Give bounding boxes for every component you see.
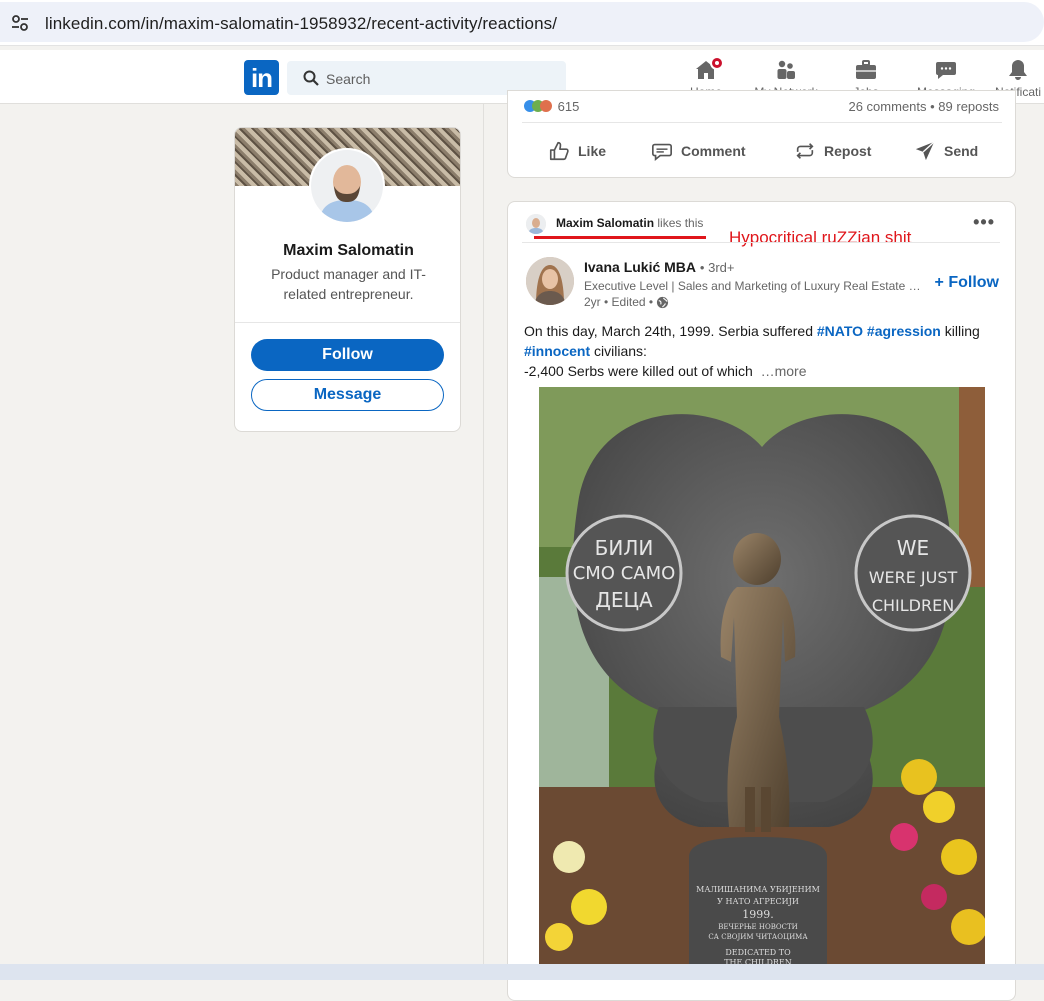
connection-degree: • 3rd+ xyxy=(699,260,735,275)
author-avatar[interactable] xyxy=(526,257,574,305)
profile-headline: Product manager and IT-related entrepren… xyxy=(271,266,426,302)
reactions-count: 615 xyxy=(557,99,580,114)
plaque-line-5: СА СВОЈИМ ЧИТАОЦИМА xyxy=(708,933,808,941)
profile-divider xyxy=(235,322,460,323)
see-more-link[interactable]: …more xyxy=(761,363,807,379)
send-button[interactable]: Send xyxy=(914,137,978,165)
url-box[interactable]: linkedin.com/in/maxim-salomatin-1958932/… xyxy=(0,2,1044,42)
author-line: Ivana Lukić MBA • 3rd+ xyxy=(584,259,734,275)
profile-name[interactable]: Maxim Salomatin xyxy=(235,242,460,260)
liker-name[interactable]: Maxim Salomatin xyxy=(556,216,654,230)
globe-icon xyxy=(657,296,669,308)
post-meta: 2yr • Edited • xyxy=(584,295,669,309)
actions-divider xyxy=(522,122,1002,123)
plaque-line-6: DEDICATED TO xyxy=(725,948,791,957)
post-text-part: -2,400 Serbs were killed out of which xyxy=(524,363,753,379)
liker-suffix: likes this xyxy=(657,216,704,230)
plaque-line-4: ВЕЧЕРЊЕ НОВОСТИ xyxy=(718,923,798,931)
linkedin-logo[interactable]: in xyxy=(244,60,279,95)
author-avatar-photo xyxy=(526,257,574,305)
profile-card: Maxim Salomatin Product manager and IT-r… xyxy=(234,127,461,432)
plaque-line-1: МАЛИШАНИМА УБИЈЕНИМ xyxy=(696,885,820,894)
send-icon xyxy=(915,141,935,161)
url-text[interactable]: linkedin.com/in/maxim-salomatin-1958932/… xyxy=(45,14,557,34)
plaque-line-3: 1999. xyxy=(742,908,774,921)
liker-avatar[interactable] xyxy=(526,214,546,234)
network-icon xyxy=(777,60,795,79)
liker-avatar-photo xyxy=(526,214,546,234)
column-divider xyxy=(483,104,484,980)
profile-avatar[interactable] xyxy=(309,148,385,224)
like-label: Like xyxy=(578,143,607,159)
search-icon xyxy=(303,70,319,86)
browser-address-bar: linkedin.com/in/maxim-salomatin-1958932/… xyxy=(0,0,1044,46)
post-time: 2yr • Edited • xyxy=(584,295,654,309)
send-label: Send xyxy=(944,143,979,159)
thumbs-up-icon xyxy=(549,141,569,161)
hashtag-agression[interactable]: #agression xyxy=(867,323,941,339)
follow-button[interactable]: Follow xyxy=(251,339,444,371)
post-header-divider xyxy=(522,242,1000,243)
messaging-icon xyxy=(936,62,956,79)
plaque-line-2: У НАТО АГРЕСИЈИ xyxy=(717,897,799,906)
message-button[interactable]: Message xyxy=(251,379,444,411)
previous-post-card: 615 26 comments • 89 reposts Like Commen… xyxy=(507,90,1016,178)
comment-icon xyxy=(652,143,672,161)
annotation-underline xyxy=(534,236,706,239)
post-text-part: civilians: xyxy=(590,343,647,359)
hashtag-nato[interactable]: #NATO xyxy=(817,323,863,339)
liker-line: Maxim Salomatin likes this xyxy=(556,216,703,230)
comment-button[interactable]: Comment xyxy=(651,137,746,165)
author-follow-button[interactable]: + Follow xyxy=(935,274,999,292)
repost-button[interactable]: Repost xyxy=(794,137,871,165)
search-placeholder: Search xyxy=(326,71,371,87)
briefcase-icon xyxy=(856,60,876,79)
right-circle-line-1: WE xyxy=(897,536,929,560)
comment-label: Comment xyxy=(681,143,746,159)
reactions-summary[interactable]: 615 xyxy=(524,99,579,114)
more-options-icon[interactable]: ••• xyxy=(973,212,995,233)
bell-icon xyxy=(1009,60,1027,80)
like-button[interactable]: Like xyxy=(548,137,606,165)
author-headline: Executive Level | Sales and Marketing of… xyxy=(584,279,922,293)
repost-label: Repost xyxy=(824,143,872,159)
annotation-text: Hypocritical ruZZian shit xyxy=(729,228,912,247)
hashtag-innocent[interactable]: #innocent xyxy=(524,343,590,359)
site-settings-icon[interactable] xyxy=(10,13,30,33)
post-image[interactable]: БИЛИ СМО САМО ДЕЦА WE WERE JUST CHILDREN… xyxy=(539,387,985,967)
right-circle-line-2: WERE JUST xyxy=(869,568,958,587)
post-card: Maxim Salomatin likes this Hypocritical … xyxy=(507,201,1016,1001)
post-text-part: On this day, March 24th, 1999. Serbia su… xyxy=(524,323,817,339)
left-circle-line-1: БИЛИ xyxy=(595,536,654,560)
left-circle-line-3: ДЕЦА xyxy=(595,588,653,612)
post-text: On this day, March 24th, 1999. Serbia su… xyxy=(524,321,994,381)
taskbar xyxy=(0,964,1044,980)
reaction-icons xyxy=(524,100,552,112)
repost-icon xyxy=(796,143,814,159)
memorial-photo: БИЛИ СМО САМО ДЕЦА WE WERE JUST CHILDREN… xyxy=(539,387,985,967)
post-text-part: killing xyxy=(940,323,980,339)
post-stats[interactable]: 26 comments • 89 reposts xyxy=(848,99,999,114)
left-circle-line-2: СМО САМО xyxy=(573,563,676,584)
right-circle-line-3: CHILDREN xyxy=(872,596,954,615)
author-name[interactable]: Ivana Lukić MBA xyxy=(584,259,696,275)
avatar-photo xyxy=(311,150,383,222)
notification-badge xyxy=(710,56,724,70)
